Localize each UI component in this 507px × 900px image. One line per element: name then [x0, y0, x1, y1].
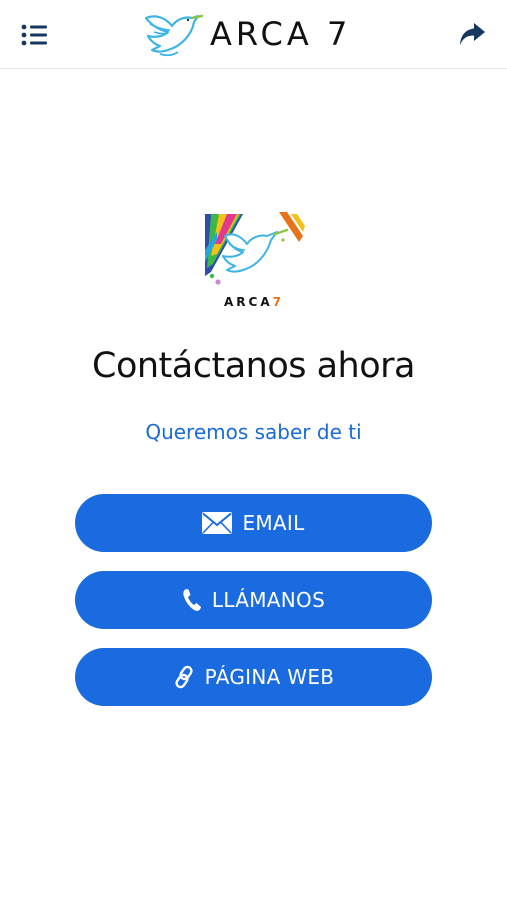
arca7-logo: ARCA7: [203, 210, 305, 314]
call-button[interactable]: LLÁMANOS: [75, 571, 432, 629]
menu-button[interactable]: [20, 22, 50, 48]
page-subtitle: Queremos saber de ti: [145, 420, 362, 444]
top-app-bar: ARCA 7: [0, 0, 507, 69]
arca7-logo-art: [205, 212, 305, 285]
share-button[interactable]: [456, 18, 488, 50]
logo-brand-text: ARCA: [224, 295, 273, 309]
page-title: Contáctanos ahora: [92, 346, 415, 386]
website-button-label: PÁGINA WEB: [204, 665, 335, 689]
envelope-icon: [202, 512, 233, 534]
call-button-label: LLÁMANOS: [211, 588, 326, 612]
logo-number-text: 7: [272, 295, 284, 309]
brand-title: ARCA 7: [210, 15, 352, 53]
email-button-label: EMAIL: [242, 511, 305, 535]
share-arrow-icon: [460, 23, 485, 45]
dove-logo-icon: [144, 14, 204, 57]
phone-icon: [182, 588, 202, 612]
link-icon: [173, 665, 195, 689]
brand-header: ARCA 7: [142, 6, 351, 62]
website-button[interactable]: PÁGINA WEB: [75, 648, 432, 706]
menu-list-icon: [21, 24, 47, 46]
email-button[interactable]: EMAIL: [75, 494, 432, 552]
logo-wordmark: ARCA7: [203, 295, 305, 309]
